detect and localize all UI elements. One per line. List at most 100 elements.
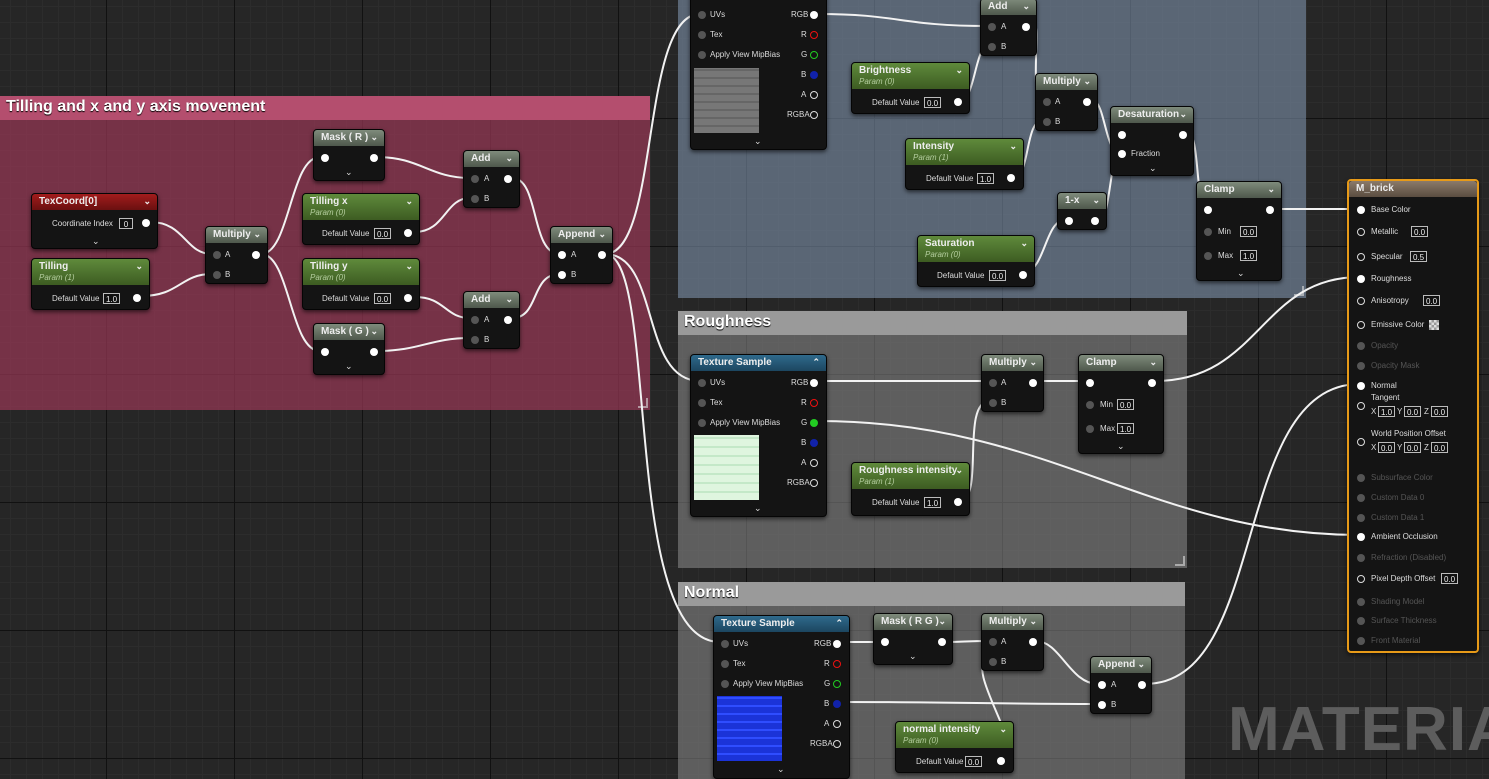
input-pin-b[interactable] — [471, 336, 479, 344]
input-pin-b[interactable] — [471, 195, 479, 203]
input-pin-b[interactable] — [1043, 118, 1051, 126]
input-pin[interactable] — [1204, 206, 1212, 214]
multiply-node-intensity[interactable]: Multiply ⌄ A B — [1035, 73, 1098, 131]
texture-sample-node-roughness[interactable]: Texture Sample ⌃ UVs Tex Apply View MipBi… — [690, 354, 827, 517]
add-node-brightness[interactable]: Add ⌄ A B — [980, 0, 1037, 56]
wpo-z-field[interactable]: 0.0 — [1431, 442, 1449, 453]
output-pin-rgb[interactable] — [833, 640, 841, 648]
output-pin[interactable] — [1138, 681, 1146, 689]
output-pin-g[interactable] — [810, 419, 818, 427]
chevron-down-icon[interactable]: ⌄ — [1009, 141, 1017, 152]
expand-chevron-icon[interactable]: ⌄ — [1237, 268, 1245, 279]
input-pin[interactable] — [881, 638, 889, 646]
multiply-node-normal[interactable]: Multiply ⌄ A B — [981, 613, 1044, 671]
default-value-field[interactable]: 1.0 — [977, 173, 995, 184]
chevron-down-icon[interactable]: ⌄ — [370, 326, 378, 337]
input-pin-uvs[interactable] — [698, 11, 706, 19]
clamp-max-field[interactable]: 1.0 — [1240, 250, 1258, 261]
chevron-up-icon[interactable]: ⌃ — [812, 357, 820, 368]
output-pin-rgb[interactable] — [810, 379, 818, 387]
output-pin[interactable] — [1266, 206, 1274, 214]
output-pin[interactable] — [1091, 217, 1099, 225]
chevron-down-icon[interactable]: ⌄ — [405, 196, 413, 207]
chevron-down-icon[interactable]: ⌄ — [1020, 238, 1028, 249]
material-input-value-field[interactable]: 0.0 — [1441, 573, 1459, 584]
output-pin[interactable] — [1019, 271, 1027, 279]
material-input-value-field[interactable]: 0.5 — [1410, 251, 1428, 262]
input-pin-b[interactable] — [989, 658, 997, 666]
chevron-down-icon[interactable]: ⌄ — [938, 616, 946, 627]
input-pin-a[interactable] — [1098, 681, 1106, 689]
chevron-down-icon[interactable]: ⌄ — [143, 196, 151, 207]
input-pin-mip[interactable] — [721, 680, 729, 688]
default-value-field[interactable]: 1.0 — [103, 293, 121, 304]
material-input-pin[interactable] — [1357, 382, 1365, 390]
output-pin-a[interactable] — [810, 459, 818, 467]
output-pin[interactable] — [1029, 379, 1037, 387]
input-pin-b[interactable] — [1098, 701, 1106, 709]
chevron-down-icon[interactable]: ⌄ — [505, 153, 513, 164]
output-pin[interactable] — [997, 757, 1005, 765]
input-pin-tex[interactable] — [698, 31, 706, 39]
default-value-field[interactable]: 1.0 — [924, 497, 942, 508]
chevron-up-icon[interactable]: ⌃ — [835, 618, 843, 629]
chevron-down-icon[interactable]: ⌄ — [135, 261, 143, 272]
material-input-value-field[interactable]: 0.0 — [1423, 295, 1441, 306]
input-pin-uvs[interactable] — [721, 640, 729, 648]
param-node-normal-intensity[interactable]: normal intensity Param (0) ⌄ Default Value… — [895, 721, 1014, 773]
expand-chevron-icon[interactable]: ⌄ — [345, 167, 353, 178]
tangent-x-field[interactable]: 1.0 — [1378, 406, 1396, 417]
expand-chevron-icon[interactable]: ⌄ — [92, 236, 100, 247]
expand-chevron-icon[interactable]: ⌄ — [777, 764, 785, 775]
input-pin-a[interactable] — [988, 23, 996, 31]
coordinate-index-field[interactable]: 0 — [119, 218, 133, 229]
material-input-pin[interactable] — [1357, 228, 1365, 236]
material-input-pin[interactable] — [1357, 617, 1365, 625]
multiply-node[interactable]: Multiply ⌄ A B — [205, 226, 268, 284]
mask-rg-node[interactable]: Mask ( R G ) ⌄ ⌄ — [873, 613, 953, 665]
output-pin-b[interactable] — [810, 71, 818, 79]
output-pin[interactable] — [504, 175, 512, 183]
output-pin-r[interactable] — [833, 660, 841, 668]
emissive-color-swatch[interactable] — [1429, 320, 1439, 330]
output-pin-rgba[interactable] — [810, 479, 818, 487]
input-pin-tex[interactable] — [721, 660, 729, 668]
material-input-pin[interactable] — [1357, 575, 1365, 583]
chevron-down-icon[interactable]: ⌄ — [1267, 184, 1275, 195]
material-input-value-field[interactable]: 0.0 — [1411, 226, 1429, 237]
input-pin-b[interactable] — [558, 271, 566, 279]
default-value-field[interactable]: 0.0 — [989, 270, 1007, 281]
multiply-node-roughness[interactable]: Multiply ⌄ A B — [981, 354, 1044, 412]
input-pin-max[interactable] — [1204, 252, 1212, 260]
input-pin-a[interactable] — [558, 251, 566, 259]
add-node-x[interactable]: Add ⌄ A B — [463, 150, 520, 208]
input-pin-mip[interactable] — [698, 419, 706, 427]
input-pin-a[interactable] — [471, 316, 479, 324]
chevron-down-icon[interactable]: ⌄ — [370, 132, 378, 143]
material-input-pin[interactable] — [1357, 402, 1365, 410]
output-pin[interactable] — [954, 98, 962, 106]
material-input-pin[interactable] — [1357, 533, 1365, 541]
one-minus-node[interactable]: 1-x ⌄ — [1057, 192, 1107, 230]
output-pin-rgba[interactable] — [833, 740, 841, 748]
input-pin-b[interactable] — [989, 399, 997, 407]
default-value-field[interactable]: 0.0 — [374, 228, 392, 239]
clamp-max-field[interactable]: 1.0 — [1117, 423, 1135, 434]
input-pin-a[interactable] — [471, 175, 479, 183]
input-pin-min[interactable] — [1204, 228, 1212, 236]
param-node-brightness[interactable]: Brightness Param (0) ⌄ Default Value 0.0 — [851, 62, 970, 114]
wpo-x-field[interactable]: 0.0 — [1378, 442, 1396, 453]
default-value-field[interactable]: 0.0 — [374, 293, 392, 304]
input-pin-a[interactable] — [1043, 98, 1051, 106]
input-pin[interactable] — [1065, 217, 1073, 225]
append-node[interactable]: Append ⌄ A B — [550, 226, 613, 284]
output-pin-a[interactable] — [833, 720, 841, 728]
expand-chevron-icon[interactable]: ⌄ — [345, 361, 353, 372]
chevron-down-icon[interactable]: ⌄ — [1083, 76, 1091, 87]
material-input-pin[interactable] — [1357, 297, 1365, 305]
clamp-min-field[interactable]: 0.0 — [1117, 399, 1135, 410]
input-pin-tex[interactable] — [698, 399, 706, 407]
wpo-y-field[interactable]: 0.0 — [1404, 442, 1422, 453]
chevron-down-icon[interactable]: ⌄ — [1137, 659, 1145, 670]
chevron-down-icon[interactable]: ⌄ — [955, 465, 963, 476]
